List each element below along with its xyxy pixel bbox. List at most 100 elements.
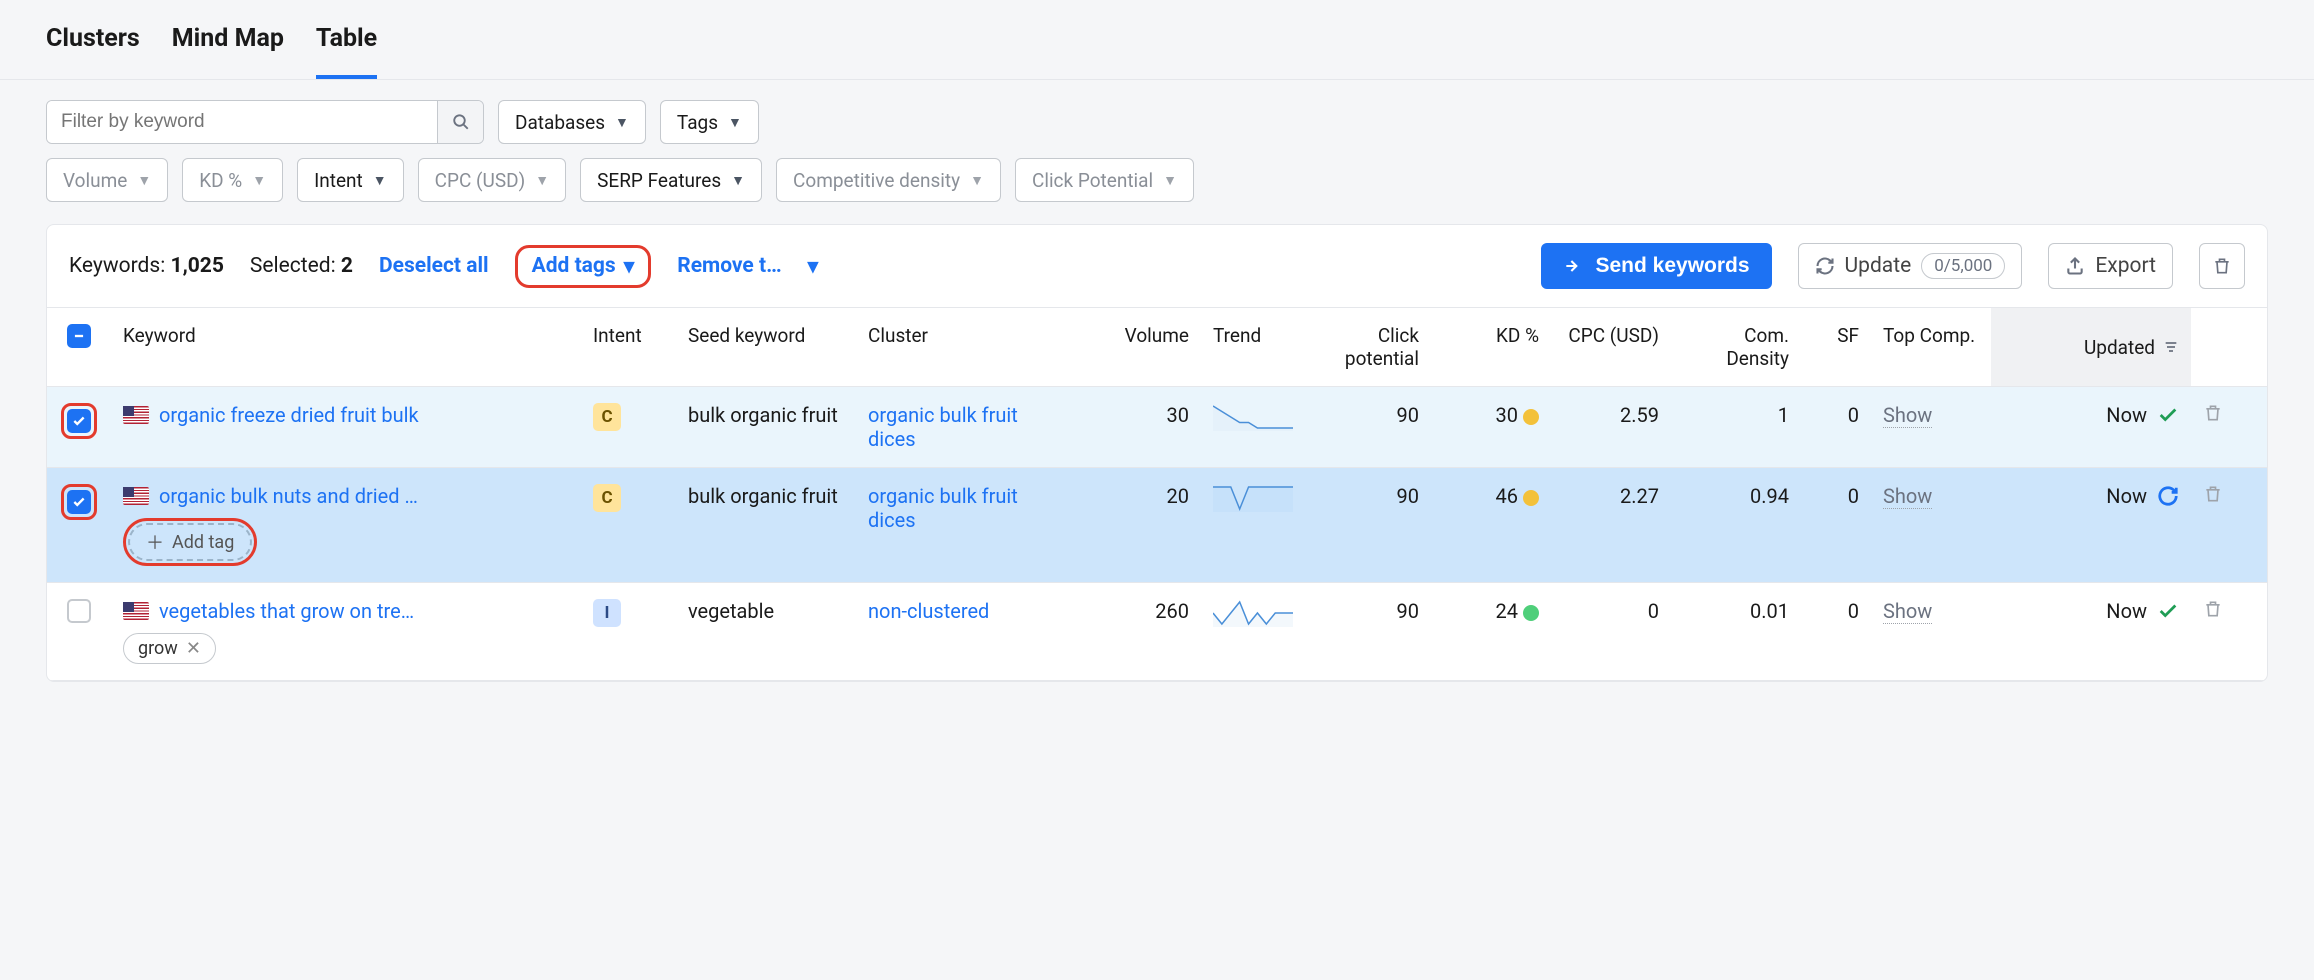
deselect-all-button[interactable]: Deselect all — [379, 254, 489, 278]
click-potential-value: 90 — [1301, 468, 1431, 524]
cpc-value: 0 — [1551, 583, 1671, 639]
col-header-trend[interactable]: Trend — [1201, 308, 1301, 386]
com-density-value: 1 — [1671, 387, 1801, 443]
row-checkbox[interactable] — [67, 490, 91, 514]
intent-badge: C — [593, 403, 621, 431]
top-comp-show[interactable]: Show — [1883, 403, 1932, 428]
col-header-updated[interactable]: Updated — [1991, 308, 2191, 386]
kd-value: 46 — [1431, 468, 1551, 524]
keyword-link[interactable]: vegetables that grow on tre… — [159, 599, 414, 623]
row-checkbox[interactable] — [67, 599, 91, 623]
refresh-icon — [1815, 256, 1835, 276]
col-header-seed[interactable]: Seed keyword — [676, 308, 856, 386]
keywords-count: Keywords: 1,025 — [69, 254, 224, 278]
col-header-kd[interactable]: KD % — [1431, 308, 1551, 386]
filter-cpc[interactable]: CPC (USD)▼ — [418, 158, 566, 202]
send-icon — [1563, 256, 1583, 276]
seed-keyword: bulk organic fruit — [676, 468, 856, 524]
check-icon — [2157, 404, 2179, 426]
trash-icon — [2203, 599, 2223, 619]
sf-value: 0 — [1801, 468, 1871, 524]
flag-icon — [123, 406, 149, 424]
kd-indicator — [1523, 605, 1539, 621]
search-icon — [452, 113, 470, 131]
kd-indicator — [1523, 490, 1539, 506]
filter-tags[interactable]: Tags▼ — [660, 100, 759, 144]
chevron-down-icon: ▼ — [535, 172, 549, 189]
filter-volume[interactable]: Volume▼ — [46, 158, 168, 202]
chevron-down-icon: ▾ — [624, 254, 635, 279]
filter-click-potential[interactable]: Click Potential▼ — [1015, 158, 1194, 202]
trash-icon — [2203, 484, 2223, 504]
row-delete-button[interactable] — [2203, 403, 2239, 423]
intent-badge: C — [593, 484, 621, 512]
check-icon — [2157, 600, 2179, 622]
table-row: vegetables that grow on tre… grow✕ Ivegeta… — [47, 583, 2267, 681]
chevron-down-icon: ▼ — [252, 172, 266, 189]
selected-count: Selected: 2 — [250, 254, 353, 278]
filter-serp[interactable]: SERP Features▼ — [580, 158, 762, 202]
col-header-sf[interactable]: SF — [1801, 308, 1871, 386]
filter-keyword-input[interactable] — [47, 101, 437, 143]
filter-competitive[interactable]: Competitive density▼ — [776, 158, 1001, 202]
chevron-down-icon: ▼ — [970, 172, 984, 189]
chevron-down-icon: ▼ — [373, 172, 387, 189]
col-header-keyword[interactable]: Keyword — [111, 308, 581, 386]
tab-table[interactable]: Table — [316, 24, 377, 79]
col-header-intent[interactable]: Intent — [581, 308, 676, 386]
keyword-link[interactable]: organic bulk nuts and dried … — [159, 484, 418, 508]
delete-button[interactable] — [2199, 243, 2245, 289]
kd-value: 30 — [1431, 387, 1551, 443]
select-all-checkbox[interactable] — [67, 324, 91, 348]
seed-keyword: vegetable — [676, 583, 856, 639]
remove-button[interactable]: Remove t… — [677, 254, 781, 278]
update-button[interactable]: Update 0/5,000 — [1798, 243, 2023, 289]
remove-tag-icon[interactable]: ✕ — [186, 638, 201, 659]
kd-value: 24 — [1431, 583, 1551, 639]
tab-mind-map[interactable]: Mind Map — [172, 24, 284, 79]
trend-chart — [1201, 583, 1301, 643]
search-button[interactable] — [437, 101, 483, 143]
row-checkbox[interactable] — [67, 409, 91, 433]
volume-value: 30 — [1076, 387, 1201, 443]
cluster-link[interactable]: non-clustered — [868, 599, 989, 623]
filter-databases[interactable]: Databases▼ — [498, 100, 646, 144]
tab-clusters[interactable]: Clusters — [46, 24, 140, 79]
col-header-cpc[interactable]: CPC (USD) — [1551, 308, 1671, 386]
chevron-down-icon: ▼ — [1163, 172, 1177, 189]
row-delete-button[interactable] — [2203, 484, 2239, 504]
col-header-click[interactable]: Click potential — [1301, 308, 1431, 386]
trend-chart — [1201, 468, 1301, 528]
more-menu[interactable]: ▾ — [808, 254, 819, 279]
col-header-cluster[interactable]: Cluster — [856, 308, 1076, 386]
cluster-link[interactable]: organic bulk fruit dices — [868, 403, 1018, 451]
cluster-link[interactable]: organic bulk fruit dices — [868, 484, 1018, 532]
updated-value: Now — [2106, 484, 2147, 508]
col-header-com[interactable]: Com. Density — [1671, 308, 1801, 386]
cpc-value: 2.59 — [1551, 387, 1671, 443]
add-tags-button[interactable]: Add tags ▾ — [532, 254, 635, 279]
kd-indicator — [1523, 409, 1539, 425]
filter-kd[interactable]: KD %▼ — [182, 158, 283, 202]
refresh-icon — [2157, 485, 2179, 507]
send-keywords-button[interactable]: Send keywords — [1541, 243, 1771, 289]
tag-chip[interactable]: grow✕ — [123, 633, 216, 664]
click-potential-value: 90 — [1301, 583, 1431, 639]
table-row: organic freeze dried fruit bulk Cbulk org… — [47, 387, 2267, 468]
export-button[interactable]: Export — [2048, 243, 2173, 289]
row-delete-button[interactable] — [2203, 599, 2239, 619]
flag-icon — [123, 487, 149, 505]
sort-icon — [2163, 339, 2179, 355]
com-density-value: 0.01 — [1671, 583, 1801, 639]
seed-keyword: bulk organic fruit — [676, 387, 856, 443]
table-row: organic bulk nuts and dried … ＋Add tag Cbu… — [47, 468, 2267, 583]
intent-badge: I — [593, 599, 621, 627]
top-comp-show[interactable]: Show — [1883, 599, 1932, 624]
top-comp-show[interactable]: Show — [1883, 484, 1932, 509]
add-tag-button[interactable]: ＋Add tag — [128, 523, 252, 561]
col-header-volume[interactable]: Volume — [1076, 308, 1201, 386]
trash-icon — [2203, 403, 2223, 423]
filter-intent[interactable]: Intent▼ — [297, 158, 404, 202]
col-header-top[interactable]: Top Comp. — [1871, 308, 1991, 386]
keyword-link[interactable]: organic freeze dried fruit bulk — [159, 403, 419, 427]
